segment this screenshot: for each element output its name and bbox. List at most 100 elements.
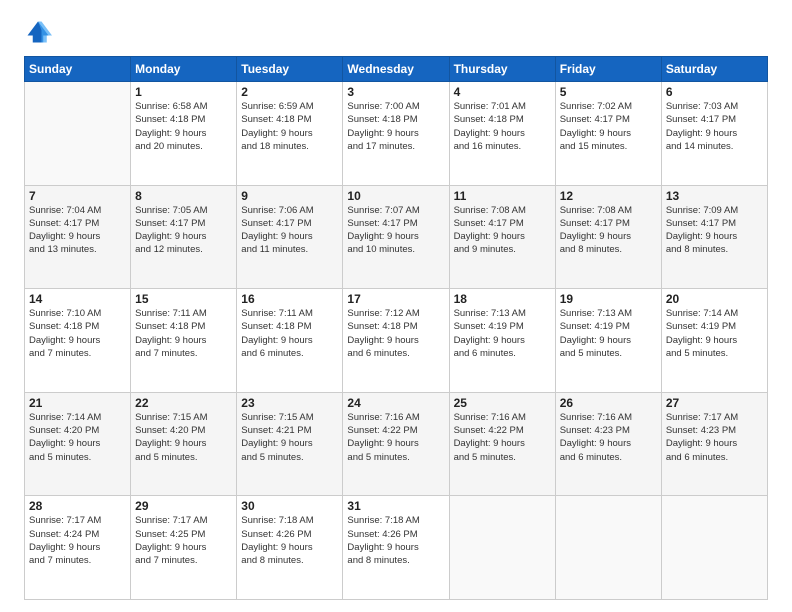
calendar-cell: 2Sunrise: 6:59 AM Sunset: 4:18 PM Daylig… [237,82,343,186]
calendar-cell: 22Sunrise: 7:15 AM Sunset: 4:20 PM Dayli… [131,392,237,496]
day-number: 14 [29,292,126,306]
day-number: 15 [135,292,232,306]
day-info: Sunrise: 7:14 AM Sunset: 4:20 PM Dayligh… [29,411,126,464]
day-number: 28 [29,499,126,513]
day-info: Sunrise: 7:11 AM Sunset: 4:18 PM Dayligh… [135,307,232,360]
weekday-header-friday: Friday [555,57,661,82]
day-info: Sunrise: 7:14 AM Sunset: 4:19 PM Dayligh… [666,307,763,360]
day-number: 6 [666,85,763,99]
day-number: 13 [666,189,763,203]
day-info: Sunrise: 7:05 AM Sunset: 4:17 PM Dayligh… [135,204,232,257]
day-number: 5 [560,85,657,99]
calendar-cell: 8Sunrise: 7:05 AM Sunset: 4:17 PM Daylig… [131,185,237,289]
page: SundayMondayTuesdayWednesdayThursdayFrid… [0,0,792,612]
day-info: Sunrise: 7:03 AM Sunset: 4:17 PM Dayligh… [666,100,763,153]
calendar-cell: 15Sunrise: 7:11 AM Sunset: 4:18 PM Dayli… [131,289,237,393]
day-info: Sunrise: 7:17 AM Sunset: 4:25 PM Dayligh… [135,514,232,567]
day-info: Sunrise: 7:17 AM Sunset: 4:24 PM Dayligh… [29,514,126,567]
day-number: 18 [454,292,551,306]
logo-icon [24,18,52,46]
weekday-header-saturday: Saturday [661,57,767,82]
day-number: 17 [347,292,444,306]
weekday-header-tuesday: Tuesday [237,57,343,82]
day-info: Sunrise: 7:10 AM Sunset: 4:18 PM Dayligh… [29,307,126,360]
day-info: Sunrise: 7:16 AM Sunset: 4:22 PM Dayligh… [347,411,444,464]
day-info: Sunrise: 6:59 AM Sunset: 4:18 PM Dayligh… [241,100,338,153]
day-info: Sunrise: 7:02 AM Sunset: 4:17 PM Dayligh… [560,100,657,153]
day-info: Sunrise: 7:16 AM Sunset: 4:22 PM Dayligh… [454,411,551,464]
day-info: Sunrise: 7:09 AM Sunset: 4:17 PM Dayligh… [666,204,763,257]
day-info: Sunrise: 7:08 AM Sunset: 4:17 PM Dayligh… [560,204,657,257]
day-info: Sunrise: 7:16 AM Sunset: 4:23 PM Dayligh… [560,411,657,464]
calendar-cell: 7Sunrise: 7:04 AM Sunset: 4:17 PM Daylig… [25,185,131,289]
day-number: 16 [241,292,338,306]
calendar-cell: 14Sunrise: 7:10 AM Sunset: 4:18 PM Dayli… [25,289,131,393]
day-number: 11 [454,189,551,203]
day-info: Sunrise: 7:18 AM Sunset: 4:26 PM Dayligh… [241,514,338,567]
day-number: 26 [560,396,657,410]
day-number: 9 [241,189,338,203]
day-number: 1 [135,85,232,99]
day-info: Sunrise: 7:07 AM Sunset: 4:17 PM Dayligh… [347,204,444,257]
day-info: Sunrise: 7:11 AM Sunset: 4:18 PM Dayligh… [241,307,338,360]
calendar-week-row: 1Sunrise: 6:58 AM Sunset: 4:18 PM Daylig… [25,82,768,186]
calendar-cell: 17Sunrise: 7:12 AM Sunset: 4:18 PM Dayli… [343,289,449,393]
day-number: 8 [135,189,232,203]
day-info: Sunrise: 7:12 AM Sunset: 4:18 PM Dayligh… [347,307,444,360]
calendar-cell: 25Sunrise: 7:16 AM Sunset: 4:22 PM Dayli… [449,392,555,496]
calendar-cell: 13Sunrise: 7:09 AM Sunset: 4:17 PM Dayli… [661,185,767,289]
calendar-cell: 27Sunrise: 7:17 AM Sunset: 4:23 PM Dayli… [661,392,767,496]
header [24,18,768,46]
calendar-cell: 31Sunrise: 7:18 AM Sunset: 4:26 PM Dayli… [343,496,449,600]
calendar-cell: 30Sunrise: 7:18 AM Sunset: 4:26 PM Dayli… [237,496,343,600]
day-number: 20 [666,292,763,306]
day-number: 7 [29,189,126,203]
day-number: 10 [347,189,444,203]
weekday-header-monday: Monday [131,57,237,82]
calendar-week-row: 14Sunrise: 7:10 AM Sunset: 4:18 PM Dayli… [25,289,768,393]
calendar-week-row: 28Sunrise: 7:17 AM Sunset: 4:24 PM Dayli… [25,496,768,600]
day-number: 23 [241,396,338,410]
calendar-cell: 26Sunrise: 7:16 AM Sunset: 4:23 PM Dayli… [555,392,661,496]
day-info: Sunrise: 7:18 AM Sunset: 4:26 PM Dayligh… [347,514,444,567]
day-number: 27 [666,396,763,410]
day-info: Sunrise: 7:01 AM Sunset: 4:18 PM Dayligh… [454,100,551,153]
weekday-header-sunday: Sunday [25,57,131,82]
calendar-header-row: SundayMondayTuesdayWednesdayThursdayFrid… [25,57,768,82]
calendar-cell: 18Sunrise: 7:13 AM Sunset: 4:19 PM Dayli… [449,289,555,393]
day-info: Sunrise: 7:15 AM Sunset: 4:21 PM Dayligh… [241,411,338,464]
day-number: 29 [135,499,232,513]
calendar-cell: 1Sunrise: 6:58 AM Sunset: 4:18 PM Daylig… [131,82,237,186]
calendar-cell [555,496,661,600]
calendar-table: SundayMondayTuesdayWednesdayThursdayFrid… [24,56,768,600]
calendar-cell [449,496,555,600]
calendar-cell: 23Sunrise: 7:15 AM Sunset: 4:21 PM Dayli… [237,392,343,496]
calendar-cell: 12Sunrise: 7:08 AM Sunset: 4:17 PM Dayli… [555,185,661,289]
day-number: 12 [560,189,657,203]
calendar-cell: 4Sunrise: 7:01 AM Sunset: 4:18 PM Daylig… [449,82,555,186]
day-info: Sunrise: 7:04 AM Sunset: 4:17 PM Dayligh… [29,204,126,257]
calendar-week-row: 21Sunrise: 7:14 AM Sunset: 4:20 PM Dayli… [25,392,768,496]
calendar-cell: 28Sunrise: 7:17 AM Sunset: 4:24 PM Dayli… [25,496,131,600]
day-info: Sunrise: 7:13 AM Sunset: 4:19 PM Dayligh… [560,307,657,360]
calendar-cell: 16Sunrise: 7:11 AM Sunset: 4:18 PM Dayli… [237,289,343,393]
weekday-header-thursday: Thursday [449,57,555,82]
day-info: Sunrise: 7:06 AM Sunset: 4:17 PM Dayligh… [241,204,338,257]
calendar-cell: 29Sunrise: 7:17 AM Sunset: 4:25 PM Dayli… [131,496,237,600]
calendar-cell [661,496,767,600]
day-number: 4 [454,85,551,99]
calendar-cell: 11Sunrise: 7:08 AM Sunset: 4:17 PM Dayli… [449,185,555,289]
calendar-cell: 21Sunrise: 7:14 AM Sunset: 4:20 PM Dayli… [25,392,131,496]
day-info: Sunrise: 7:13 AM Sunset: 4:19 PM Dayligh… [454,307,551,360]
day-number: 30 [241,499,338,513]
day-info: Sunrise: 7:15 AM Sunset: 4:20 PM Dayligh… [135,411,232,464]
calendar-cell: 9Sunrise: 7:06 AM Sunset: 4:17 PM Daylig… [237,185,343,289]
day-number: 21 [29,396,126,410]
calendar-cell [25,82,131,186]
day-number: 3 [347,85,444,99]
calendar-cell: 10Sunrise: 7:07 AM Sunset: 4:17 PM Dayli… [343,185,449,289]
calendar-cell: 19Sunrise: 7:13 AM Sunset: 4:19 PM Dayli… [555,289,661,393]
calendar-cell: 5Sunrise: 7:02 AM Sunset: 4:17 PM Daylig… [555,82,661,186]
day-info: Sunrise: 6:58 AM Sunset: 4:18 PM Dayligh… [135,100,232,153]
day-number: 24 [347,396,444,410]
